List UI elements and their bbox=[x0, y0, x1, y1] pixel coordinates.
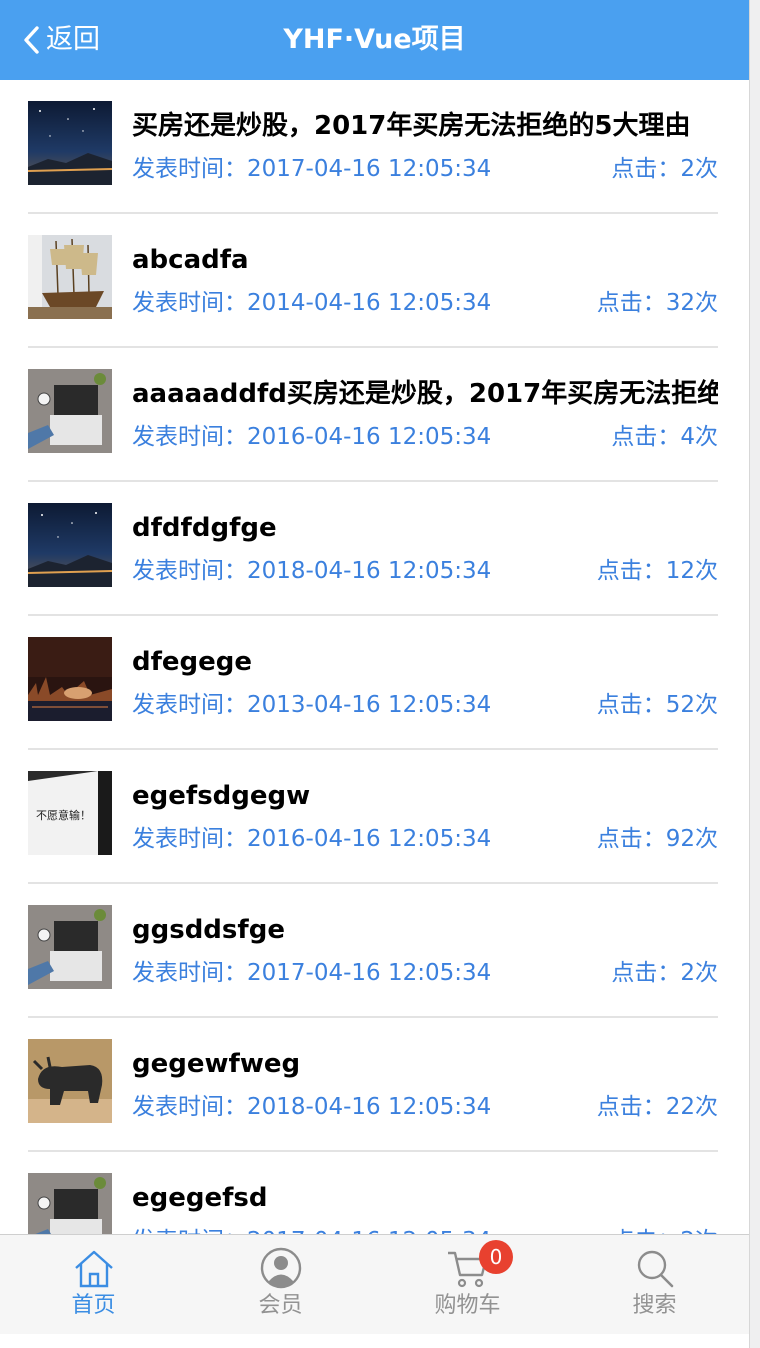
news-item[interactable]: abcadfa 发表时间：2014-04-16 12:05:34 点击：32次 bbox=[28, 214, 718, 348]
news-click-count: 点击：32次 bbox=[596, 290, 718, 316]
thumbnail-night-sky bbox=[28, 503, 112, 587]
news-list: 买房还是炒股，2017年买房无法拒绝的5大理由 发表时间：2017-04-16 … bbox=[0, 80, 749, 1234]
bottom-spacer bbox=[0, 1334, 749, 1348]
news-item[interactable]: egegefsd 发表时间：2017-04-16 12:05:34 点击：2次 bbox=[28, 1152, 718, 1234]
news-item[interactable]: gegewfweg 发表时间：2018-04-16 12:05:34 点击：22… bbox=[28, 1018, 718, 1152]
news-click-count: 点击：4次 bbox=[611, 424, 718, 450]
news-item[interactable]: 不愿意输！ egefsdgegw 发表时间：2016-04-16 12:05:3… bbox=[28, 750, 718, 884]
news-publish-time: 发表时间：2016-04-16 12:05:34 bbox=[132, 826, 492, 852]
top-header: 返回 YHF·Vue项目 bbox=[0, 0, 749, 80]
tab-home-label: 首页 bbox=[71, 1293, 116, 1318]
cart-count-badge: 0 bbox=[479, 1240, 513, 1274]
news-publish-time: 发表时间：2016-04-16 12:05:34 bbox=[132, 424, 492, 450]
news-title: dfegege bbox=[132, 647, 253, 677]
tab-home[interactable]: 首页 bbox=[0, 1235, 187, 1335]
news-publish-time: 发表时间：2018-04-16 12:05:34 bbox=[132, 1094, 492, 1120]
news-item[interactable]: aaaaaddfd买房还是炒股，2017年买房无法拒绝 发表时间：2016-04… bbox=[28, 348, 718, 482]
home-icon bbox=[74, 1250, 113, 1288]
news-title: dfdfdgfge bbox=[132, 513, 277, 543]
tab-member-label: 会员 bbox=[258, 1293, 303, 1318]
news-title: abcadfa bbox=[132, 245, 249, 275]
thumbnail-sign-board: 不愿意输！ bbox=[28, 771, 112, 855]
search-icon bbox=[637, 1250, 673, 1288]
news-click-count: 点击：2次 bbox=[611, 156, 718, 182]
thumbnail-bull-statue bbox=[28, 1039, 112, 1123]
news-click-count: 点击：2次 bbox=[611, 960, 718, 986]
user-icon bbox=[260, 1247, 301, 1289]
news-title: aaaaaddfd买房还是炒股，2017年买房无法拒绝 bbox=[132, 379, 718, 409]
bottom-tabbar: 首页 会员 0 购物车 搜索 bbox=[0, 1234, 749, 1334]
thumbnail-laptop-desk bbox=[28, 905, 112, 989]
tab-cart-label: 购物车 bbox=[434, 1293, 501, 1318]
tab-member[interactable]: 会员 bbox=[187, 1235, 374, 1335]
tab-cart[interactable]: 0 购物车 bbox=[374, 1235, 561, 1335]
news-publish-time: 发表时间：2013-04-16 12:05:34 bbox=[132, 692, 492, 718]
news-publish-time: 发表时间：2017-04-16 12:05:34 bbox=[132, 1224, 491, 1234]
news-title: egegefsd bbox=[132, 1183, 268, 1213]
scrollbar-track[interactable] bbox=[749, 0, 760, 1348]
thumbnail-laptop-desk bbox=[28, 1173, 112, 1234]
news-item[interactable]: dfdfdgfge 发表时间：2018-04-16 12:05:34 点击：12… bbox=[28, 482, 718, 616]
news-click-count: 点击：92次 bbox=[596, 826, 718, 852]
thumbnail-sailing-ship bbox=[28, 235, 112, 319]
app-root: 返回 YHF·Vue项目 买房还是炒股，2017年买房无法拒绝的5大理由 发表时… bbox=[0, 0, 749, 1348]
news-title: ggsddsfge bbox=[132, 915, 285, 945]
news-publish-time: 发表时间：2014-04-16 12:05:34 bbox=[132, 290, 492, 316]
news-title: gegewfweg bbox=[132, 1049, 301, 1079]
news-click-count: 点击：2次 bbox=[611, 1224, 718, 1234]
news-publish-time: 发表时间：2017-04-16 12:05:34 bbox=[132, 156, 492, 182]
news-item[interactable]: 买房还是炒股，2017年买房无法拒绝的5大理由 发表时间：2017-04-16 … bbox=[28, 80, 718, 214]
thumbnail-laptop-desk bbox=[28, 369, 112, 453]
tab-search-label: 搜索 bbox=[632, 1293, 677, 1318]
news-title: egefsdgegw bbox=[132, 781, 311, 811]
news-click-count: 点击：22次 bbox=[596, 1094, 718, 1120]
news-publish-time: 发表时间：2018-04-16 12:05:34 bbox=[132, 558, 492, 584]
thumbnail-night-sky bbox=[28, 101, 112, 185]
thumbnail-city-night bbox=[28, 637, 112, 721]
news-click-count: 点击：52次 bbox=[596, 692, 718, 718]
news-title: 买房还是炒股，2017年买房无法拒绝的5大理由 bbox=[132, 111, 691, 141]
page-title: YHF·Vue项目 bbox=[283, 24, 466, 55]
news-click-count: 点击：12次 bbox=[596, 558, 718, 584]
news-item[interactable]: ggsddsfge 发表时间：2017-04-16 12:05:34 点击：2次 bbox=[28, 884, 718, 1018]
news-item[interactable]: dfegege 发表时间：2013-04-16 12:05:34 点击：52次 bbox=[28, 616, 718, 750]
news-publish-time: 发表时间：2017-04-16 12:05:34 bbox=[132, 960, 492, 986]
sign-text: 不愿意输！ bbox=[36, 808, 91, 822]
tab-search[interactable]: 搜索 bbox=[561, 1235, 748, 1335]
